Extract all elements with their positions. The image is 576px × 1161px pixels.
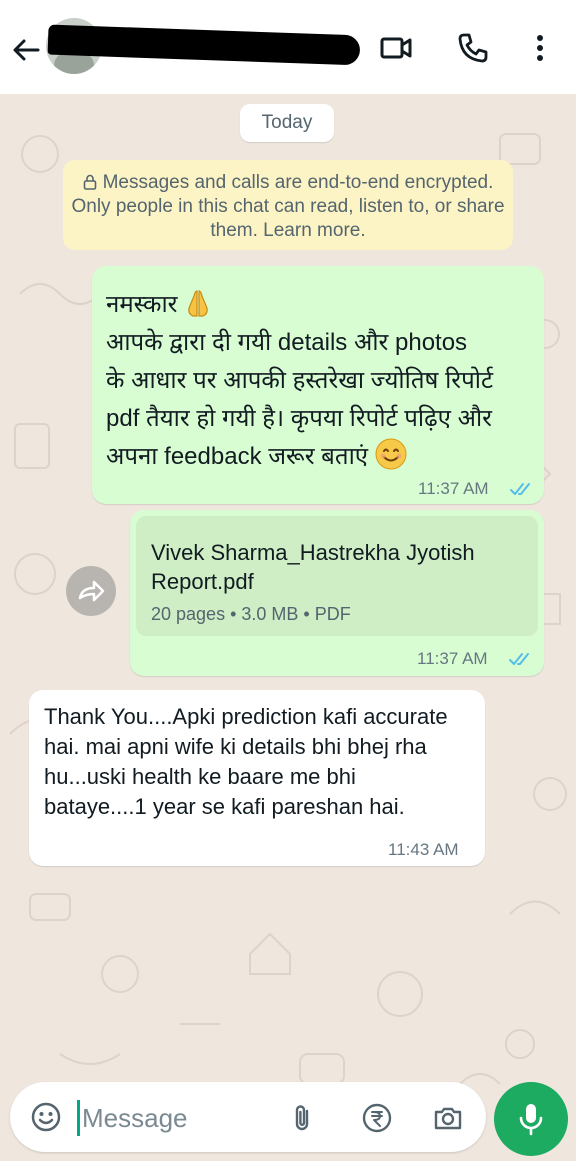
message-time: 11:37 AM bbox=[417, 649, 488, 668]
document-file-name: Vivek Sharma_Hastrekha Jyotish Report.pd… bbox=[151, 540, 475, 594]
date-chip: Today bbox=[240, 104, 334, 142]
back-arrow-icon[interactable] bbox=[10, 34, 42, 66]
message-input[interactable] bbox=[80, 1096, 264, 1140]
encryption-notice[interactable]: Messages and calls are end-to-end encryp… bbox=[63, 160, 513, 250]
encryption-notice-text: Messages and calls are end-to-end encryp… bbox=[71, 172, 505, 241]
message-line: pdf तैयार हो गयी है। कृपया रिपोर्ट पढ़िए… bbox=[106, 405, 492, 432]
forward-icon bbox=[78, 580, 105, 602]
video-call-icon[interactable] bbox=[378, 30, 414, 66]
smiling-face-icon bbox=[375, 438, 407, 470]
document-card[interactable]: Vivek Sharma_Hastrekha Jyotish Report.pd… bbox=[136, 516, 538, 636]
folded-hands-icon bbox=[188, 290, 208, 317]
rupee-payment-icon[interactable] bbox=[361, 1102, 393, 1134]
lock-icon bbox=[83, 174, 96, 190]
message-text: नमस्कार आपके द्वारा दी गयी details और ph… bbox=[106, 286, 536, 476]
message-line: के आधार पर आपकी हस्तरेखा ज्योतिष रिपोर्ट bbox=[106, 367, 494, 394]
mic-icon bbox=[519, 1104, 543, 1136]
outgoing-message-bubble[interactable]: नमस्कार आपके द्वारा दी गयी details और ph… bbox=[92, 266, 544, 504]
emoji-icon[interactable] bbox=[30, 1101, 62, 1133]
camera-icon[interactable] bbox=[432, 1102, 464, 1134]
message-line: नमस्कार bbox=[106, 291, 178, 318]
incoming-message-bubble[interactable]: Thank You....Apki prediction kafi accura… bbox=[29, 690, 485, 866]
mic-button[interactable] bbox=[494, 1082, 568, 1156]
double-tick-read-icon bbox=[509, 653, 529, 665]
message-line: आपके द्वारा दी गयी details और photos bbox=[106, 329, 468, 356]
message-time: 11:37 AM bbox=[418, 479, 489, 498]
message-composer bbox=[10, 1082, 486, 1152]
attach-icon[interactable] bbox=[287, 1102, 319, 1134]
message-text: Thank You....Apki prediction kafi accura… bbox=[44, 704, 448, 819]
more-options-icon[interactable] bbox=[522, 30, 558, 66]
double-tick-read-icon bbox=[510, 483, 530, 495]
document-meta: 20 pages • 3.0 MB • PDF bbox=[151, 604, 351, 624]
message-line: अपना feedback जरूर बताएं bbox=[106, 443, 369, 470]
chat-header: +91 76307 17133 bbox=[0, 0, 576, 94]
voice-call-icon[interactable] bbox=[455, 30, 491, 66]
forward-button[interactable] bbox=[66, 566, 116, 616]
message-time: 11:43 AM bbox=[388, 840, 459, 859]
outgoing-document-bubble[interactable]: Vivek Sharma_Hastrekha Jyotish Report.pd… bbox=[130, 510, 544, 676]
